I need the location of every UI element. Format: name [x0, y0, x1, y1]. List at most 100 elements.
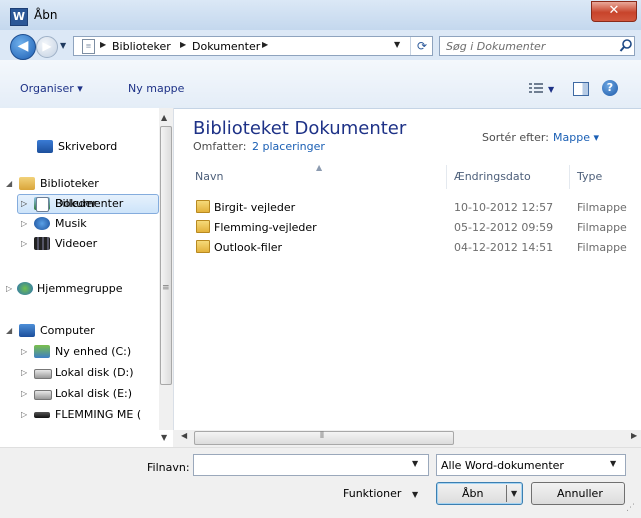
- sidebar-item-desktop[interactable]: Skrivebord: [0, 137, 160, 157]
- sidebar-item-label: Musik: [55, 217, 87, 230]
- address-dropdown-icon[interactable]: ▼: [394, 40, 400, 49]
- folder-icon: [196, 240, 210, 253]
- column-header-name[interactable]: Navn: [195, 170, 223, 183]
- cancel-button-label: Annuller: [557, 487, 603, 500]
- collapsed-triangle-icon[interactable]: ▷: [21, 239, 27, 248]
- column-header-date[interactable]: Ændringsdato: [454, 170, 531, 183]
- refresh-button[interactable]: ⟳: [410, 37, 433, 55]
- sidebar-item-label: Lokal disk (D:): [55, 366, 134, 379]
- sidebar-item-label: Hjemmegruppe: [37, 282, 123, 295]
- recent-locations-chevron-icon[interactable]: ▼: [60, 41, 66, 50]
- expanded-triangle-icon[interactable]: ◢: [6, 326, 12, 335]
- sidebar-item-label: Ny enhed (C:): [55, 345, 132, 358]
- breadcrumb-separator-icon[interactable]: ▶: [100, 40, 106, 49]
- sidebar-item-documents[interactable]: ▷ Dokumenter: [0, 194, 160, 214]
- sidebar-item-libraries[interactable]: ◢ Biblioteker: [0, 174, 160, 194]
- sort-ascending-icon: ▲: [316, 163, 323, 172]
- sidebar-item-label: Biblioteker: [40, 177, 99, 190]
- sort-by-dropdown[interactable]: Mappe ▾: [553, 131, 599, 144]
- preview-pane-icon[interactable]: [573, 82, 589, 96]
- column-header-row: [186, 165, 641, 189]
- sidebar-item-homegroup[interactable]: ▷ Hjemmegruppe: [0, 279, 160, 299]
- column-divider[interactable]: [446, 165, 447, 189]
- collapsed-triangle-icon[interactable]: ▷: [21, 368, 27, 377]
- collapsed-triangle-icon[interactable]: ▷: [21, 410, 27, 419]
- title-bar: [0, 0, 641, 31]
- file-date: 04-12-2012 14:51: [454, 241, 554, 254]
- table-row[interactable]: Birgit- vejleder 10-10-2012 12:57 Filmap…: [186, 197, 641, 217]
- collapsed-triangle-icon[interactable]: ▷: [21, 389, 27, 398]
- filetype-chevron-icon[interactable]: ▼: [610, 459, 616, 468]
- collapsed-triangle-icon[interactable]: ▷: [21, 347, 27, 356]
- breadcrumb-documents[interactable]: Dokumenter: [192, 40, 260, 53]
- file-type: Filmappe: [577, 241, 627, 254]
- open-button-label: Åbn: [462, 487, 484, 500]
- search-input[interactable]: Søg i Dokumenter: [446, 40, 545, 53]
- library-title: Biblioteket Dokumenter: [193, 118, 407, 139]
- file-name: Birgit- vejleder: [214, 201, 296, 214]
- drive-c-icon: [34, 345, 50, 358]
- help-icon[interactable]: ?: [602, 80, 618, 96]
- sidebar-item-drive-e[interactable]: ▷ Lokal disk (E:): [0, 384, 160, 404]
- filename-history-chevron-icon[interactable]: ▼: [412, 459, 418, 468]
- sidebar-item-label: Dokumenter: [55, 197, 124, 210]
- folder-icon: [196, 200, 210, 213]
- search-icon[interactable]: [619, 38, 633, 54]
- collapsed-triangle-icon[interactable]: ▷: [21, 219, 27, 228]
- sidebar-item-label: FLEMMING ME (: [55, 408, 142, 421]
- table-row[interactable]: Flemming-vejleder 05-12-2012 09:59 Filma…: [186, 217, 641, 237]
- resize-grip-icon[interactable]: ⋰: [626, 503, 635, 513]
- expanded-triangle-icon[interactable]: ◢: [6, 179, 12, 188]
- documents-icon: [36, 197, 49, 212]
- back-button[interactable]: ◀: [10, 34, 36, 60]
- filetype-value: Alle Word-dokumenter: [441, 459, 564, 472]
- library-locations-link[interactable]: 2 placeringer: [252, 140, 325, 153]
- sidebar-item-label: Lokal disk (E:): [55, 387, 133, 400]
- view-options-chevron-icon[interactable]: ▼: [548, 85, 554, 94]
- sidebar-item-label: Computer: [40, 324, 95, 337]
- sidebar-item-label: Videoer: [55, 237, 98, 250]
- breadcrumb-separator-icon[interactable]: ▶: [180, 40, 186, 49]
- removable-drive-icon: [34, 412, 50, 418]
- column-divider[interactable]: [569, 165, 570, 189]
- nav-scrollbar-thumb[interactable]: [160, 126, 172, 385]
- toolbar: [0, 60, 641, 109]
- folder-icon: [196, 220, 210, 233]
- scroll-left-icon[interactable]: ◀: [181, 431, 187, 440]
- tools-chevron-icon[interactable]: ▼: [412, 490, 418, 499]
- file-name: Flemming-vejleder: [214, 221, 317, 234]
- close-button[interactable]: ✕: [591, 1, 637, 22]
- filename-input[interactable]: [193, 454, 429, 476]
- tools-button[interactable]: Funktioner: [343, 487, 401, 500]
- table-row[interactable]: Outlook-filer 04-12-2012 14:51 Filmappe: [186, 237, 641, 257]
- file-name: Outlook-filer: [214, 241, 283, 254]
- breadcrumb-libraries[interactable]: Biblioteker: [112, 40, 171, 53]
- horizontal-scrollbar-thumb[interactable]: [194, 431, 454, 445]
- sidebar-item-videos[interactable]: ▷ Videoer: [0, 234, 160, 254]
- collapsed-triangle-icon[interactable]: ▷: [6, 284, 12, 293]
- forward-button[interactable]: ▶: [36, 36, 58, 58]
- file-type: Filmappe: [577, 201, 627, 214]
- file-date: 10-10-2012 12:57: [454, 201, 554, 214]
- library-includes-label: Omfatter:: [193, 140, 247, 153]
- collapsed-triangle-icon[interactable]: ▷: [21, 199, 27, 208]
- sidebar-item-removable-drive[interactable]: ▷ FLEMMING ME (: [0, 405, 160, 425]
- change-view-icon[interactable]: [529, 83, 543, 94]
- sidebar-item-computer[interactable]: ◢ Computer: [0, 321, 160, 341]
- breadcrumb-separator-icon[interactable]: ▶: [262, 40, 268, 49]
- scroll-down-icon[interactable]: ▼: [161, 433, 167, 442]
- scroll-right-icon[interactable]: ▶: [631, 431, 637, 440]
- libraries-icon: [19, 177, 35, 190]
- sidebar-item-label: Skrivebord: [58, 140, 118, 153]
- scroll-up-icon[interactable]: ▲: [161, 113, 167, 122]
- new-folder-button[interactable]: Ny mappe: [128, 82, 184, 95]
- organise-button[interactable]: Organiser ▾: [20, 82, 83, 95]
- filename-label: Filnavn:: [147, 461, 190, 474]
- column-header-type[interactable]: Type: [577, 170, 602, 183]
- sidebar-item-drive-d[interactable]: ▷ Lokal disk (D:): [0, 363, 160, 383]
- open-options-chevron-icon[interactable]: ▼: [511, 489, 517, 498]
- music-icon: [34, 217, 50, 230]
- sidebar-item-drive-c[interactable]: ▷ Ny enhed (C:): [0, 342, 160, 362]
- sidebar-item-music[interactable]: ▷ Musik: [0, 214, 160, 234]
- file-date: 05-12-2012 09:59: [454, 221, 554, 234]
